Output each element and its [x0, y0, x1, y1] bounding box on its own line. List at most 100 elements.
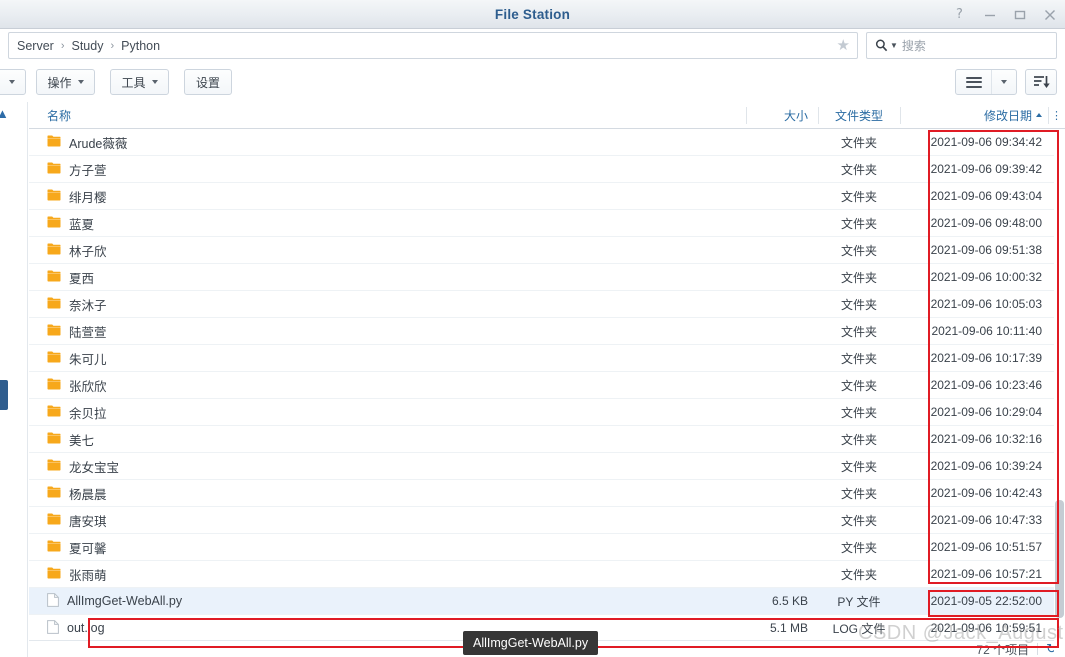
vertical-scrollbar-thumb[interactable] [1055, 500, 1064, 618]
cell-name[interactable]: 方子萱 [29, 160, 746, 179]
cell-name[interactable]: 夏可馨 [29, 538, 746, 557]
cell-name[interactable]: out.log [29, 619, 746, 637]
table-row[interactable]: 朱可儿 文件夹 2021-09-06 10:17:39 [29, 345, 1065, 372]
chevron-down-icon [77, 80, 84, 84]
star-icon[interactable]: ★ [837, 38, 850, 53]
file-name-label: 方子萱 [69, 163, 107, 178]
folder-icon [47, 405, 61, 420]
file-name-label: 奈沐子 [69, 298, 107, 313]
cell-type: 文件夹 [840, 459, 877, 474]
settings-button[interactable]: 设置 [184, 69, 232, 95]
cell-name[interactable]: AllImgGet-WebAll.py [29, 592, 746, 610]
folder-icon [47, 270, 61, 285]
cell-type: 文件夹 [840, 540, 877, 555]
cell-name[interactable]: 朱可儿 [29, 349, 746, 368]
table-row[interactable]: 余贝拉 文件夹 2021-09-06 10:29:04 [29, 399, 1065, 426]
table-row[interactable]: 奈沐子 文件夹 2021-09-06 10:05:03 [29, 291, 1065, 318]
breadcrumb-separator-icon: › [60, 39, 65, 52]
view-mode-chevron-down-icon[interactable] [992, 70, 1016, 94]
sidebar-toggle-handle[interactable] [0, 380, 8, 410]
column-header-type[interactable]: 文件类型 [818, 102, 900, 129]
file-name-label: 朱可儿 [69, 352, 107, 367]
cell-type: 文件夹 [840, 189, 877, 204]
table-row[interactable]: 夏可馨 文件夹 2021-09-06 10:51:57 [29, 534, 1065, 561]
cell-name[interactable]: 奈沐子 [29, 295, 746, 314]
close-icon[interactable] [1042, 7, 1057, 22]
cell-date: 2021-09-06 10:57:21 [930, 567, 1042, 581]
folder-icon [47, 189, 61, 204]
table-row[interactable]: 陆萱萱 文件夹 2021-09-06 10:11:40 [29, 318, 1065, 345]
column-options-icon[interactable]: ⋮ [1048, 102, 1065, 129]
cell-date: 2021-09-06 10:39:24 [930, 459, 1042, 473]
cell-name[interactable]: 夏西 [29, 268, 746, 287]
list-view-icon[interactable] [956, 70, 992, 94]
watermark: CSDN @Jack_August [858, 622, 1064, 644]
breadcrumb-item-server[interactable]: Server [17, 39, 54, 53]
minimize-icon[interactable] [982, 7, 997, 22]
table-row[interactable]: 夏西 文件夹 2021-09-06 10:00:32 [29, 264, 1065, 291]
table-row[interactable]: 蓝夏 文件夹 2021-09-06 09:48:00 [29, 210, 1065, 237]
maximize-icon[interactable] [1012, 7, 1027, 22]
cell-name[interactable]: Arude薇薇 [29, 133, 746, 152]
column-header-date[interactable]: 修改日期 [900, 102, 1048, 129]
cell-date: 2021-09-06 10:51:57 [930, 540, 1042, 554]
folder-icon [47, 486, 61, 501]
cell-name[interactable]: 蓝夏 [29, 214, 746, 233]
search-options-caret-icon[interactable]: ▼ [890, 41, 898, 50]
table-row[interactable]: 方子萱 文件夹 2021-09-06 09:39:42 [29, 156, 1065, 183]
folder-icon [47, 513, 61, 528]
cell-type: 文件夹 [840, 567, 877, 582]
table-row[interactable]: Arude薇薇 文件夹 2021-09-06 09:34:42 [29, 129, 1065, 156]
actions-button[interactable]: 操作 [36, 69, 95, 95]
file-name-label: 绯月樱 [69, 190, 107, 205]
column-header-size[interactable]: 大小 [746, 102, 818, 129]
table-row[interactable]: 唐安琪 文件夹 2021-09-06 10:47:33 [29, 507, 1065, 534]
cell-name[interactable]: 美七 [29, 430, 746, 449]
file-name-label: 张欣欣 [69, 379, 107, 394]
table-row[interactable]: 绯月樱 文件夹 2021-09-06 09:43:04 [29, 183, 1065, 210]
help-icon[interactable]: ? [952, 7, 967, 22]
create-button[interactable] [0, 69, 26, 95]
cell-date: 2021-09-06 10:42:43 [930, 486, 1042, 500]
column-header-name[interactable]: 名称 [29, 102, 746, 129]
cell-date: 2021-09-06 09:48:00 [930, 216, 1042, 230]
column-header-type-label: 文件类型 [834, 108, 883, 123]
breadcrumb-item-python[interactable]: Python [121, 39, 160, 53]
folder-icon [47, 432, 61, 447]
cell-size: 5.1 MB [769, 621, 808, 635]
table-body[interactable]: Arude薇薇 文件夹 2021-09-06 09:34:42 方子萱 文件夹 2021-… [29, 129, 1065, 657]
cell-type: 文件夹 [840, 486, 877, 501]
folder-icon [47, 216, 61, 231]
table-row[interactable]: 张雨萌 文件夹 2021-09-06 10:57:21 [29, 561, 1065, 588]
table-row[interactable]: 林子欣 文件夹 2021-09-06 09:51:38 [29, 237, 1065, 264]
sort-descending-icon[interactable] [1025, 69, 1057, 95]
cell-name[interactable]: 张雨萌 [29, 565, 746, 584]
cell-date: 2021-09-06 10:05:03 [930, 297, 1042, 311]
cell-name[interactable]: 唐安琪 [29, 511, 746, 530]
cell-type: 文件夹 [840, 513, 877, 528]
file-name-label: 杨晨晨 [69, 487, 107, 502]
folder-icon [47, 459, 61, 474]
table-row[interactable]: 杨晨晨 文件夹 2021-09-06 10:42:43 [29, 480, 1065, 507]
breadcrumb-item-study[interactable]: Study [72, 39, 104, 53]
breadcrumb[interactable]: Server › Study › Python ★ [8, 32, 858, 59]
search-placeholder: 搜索 [901, 39, 926, 53]
cell-name[interactable]: 龙女宝宝 [29, 457, 746, 476]
tools-button[interactable]: 工具 [110, 69, 169, 95]
cell-name[interactable]: 余贝拉 [29, 403, 746, 422]
search-input[interactable]: ▼ 搜索 [866, 32, 1057, 59]
cell-name[interactable]: 陆萱萱 [29, 322, 746, 341]
cell-name[interactable]: 林子欣 [29, 241, 746, 260]
table-row[interactable]: 美七 文件夹 2021-09-06 10:32:16 [29, 426, 1065, 453]
file-name-label: 张雨萌 [69, 568, 107, 583]
cell-name[interactable]: 杨晨晨 [29, 484, 746, 503]
cell-name[interactable]: 张欣欣 [29, 376, 746, 395]
cell-type: 文件夹 [840, 432, 877, 447]
table-row[interactable]: 龙女宝宝 文件夹 2021-09-06 10:39:24 [29, 453, 1065, 480]
table-row[interactable]: 张欣欣 文件夹 2021-09-06 10:23:46 [29, 372, 1065, 399]
table-row[interactable]: AllImgGet-WebAll.py 6.5 KB PY 文件 2021-09-05… [29, 588, 1065, 615]
cell-name[interactable]: 绯月樱 [29, 187, 746, 206]
column-header-date-label: 修改日期 [983, 108, 1032, 123]
folder-icon [47, 162, 61, 177]
cell-date: 2021-09-06 10:47:33 [930, 513, 1042, 527]
